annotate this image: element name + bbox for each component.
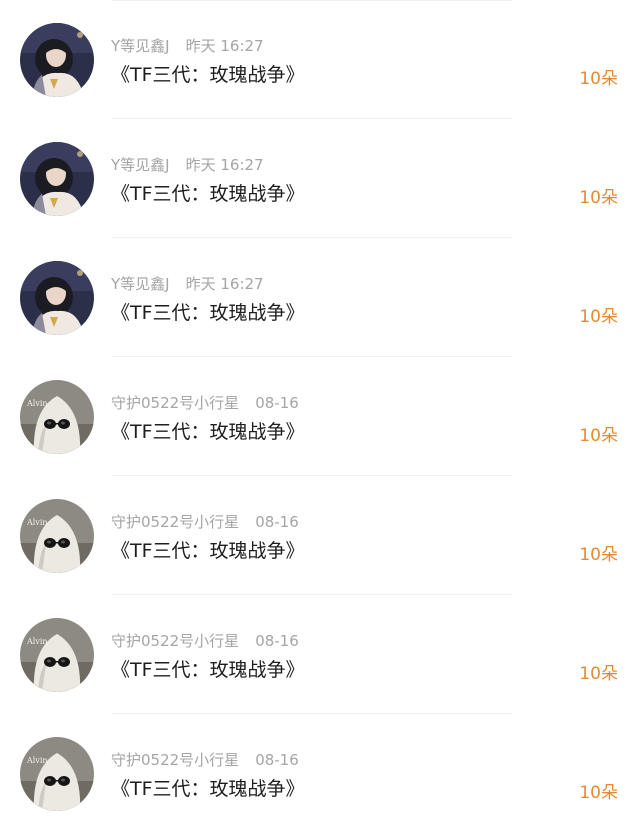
girl-avatar [20, 142, 94, 216]
avatar[interactable]: Alvin [20, 737, 94, 811]
girl-avatar [20, 261, 94, 335]
row-meta: Y等见鑫J 昨天 16:27 [111, 154, 264, 175]
ghost-avatar: Alvin [20, 737, 94, 811]
ghost-avatar: Alvin [20, 499, 94, 573]
gift-count: 10朵 [579, 783, 618, 803]
book-title: 《TF三代：玫瑰战争》 [111, 64, 305, 86]
list-item[interactable]: Y等见鑫J 昨天 16:27 《TF三代：玫瑰战争》 10朵 [0, 0, 640, 119]
ghost-avatar: Alvin [20, 380, 94, 454]
timestamp: 08-16 [255, 751, 299, 769]
avatar-caption: Alvin [26, 399, 48, 408]
gift-count: 10朵 [579, 664, 618, 684]
username[interactable]: 守护0522号小行星 [111, 632, 239, 650]
gift-count: 10朵 [579, 69, 618, 89]
list-item[interactable]: Alvin 守护0522号小行星 08-16 《TF三代：玫瑰战争》 10朵 [0, 476, 640, 595]
row-meta: Y等见鑫J 昨天 16:27 [111, 35, 264, 56]
row-meta: 守护0522号小行星 08-16 [111, 392, 299, 413]
username[interactable]: 守护0522号小行星 [111, 394, 239, 412]
timestamp: 昨天 16:27 [185, 37, 264, 55]
avatar-caption: Alvin [26, 518, 48, 527]
row-meta: 守护0522号小行星 08-16 [111, 511, 299, 532]
row-meta: 守护0522号小行星 08-16 [111, 749, 299, 770]
avatar[interactable] [20, 142, 94, 216]
gift-count: 10朵 [579, 307, 618, 327]
list-item[interactable]: Y等见鑫J 昨天 16:27 《TF三代：玫瑰战争》 10朵 [0, 238, 640, 357]
timestamp: 08-16 [255, 632, 299, 650]
avatar[interactable] [20, 261, 94, 335]
avatar[interactable]: Alvin [20, 380, 94, 454]
list-item[interactable]: Alvin 守护0522号小行星 08-16 《TF三代：玫瑰战争》 10朵 [0, 595, 640, 714]
gift-record-list: Y等见鑫J 昨天 16:27 《TF三代：玫瑰战争》 10朵 Y等见鑫J 昨天 16… [0, 0, 640, 838]
gift-count: 10朵 [579, 188, 618, 208]
girl-avatar [20, 23, 94, 97]
row-meta: Y等见鑫J 昨天 16:27 [111, 273, 264, 294]
book-title: 《TF三代：玫瑰战争》 [111, 659, 305, 681]
row-meta: 守护0522号小行星 08-16 [111, 630, 299, 651]
username[interactable]: Y等见鑫J [111, 156, 170, 174]
gift-count: 10朵 [579, 426, 618, 446]
avatar-caption: Alvin [26, 637, 48, 646]
book-title: 《TF三代：玫瑰战争》 [111, 540, 305, 562]
timestamp: 08-16 [255, 513, 299, 531]
username[interactable]: Y等见鑫J [111, 275, 170, 293]
timestamp: 昨天 16:27 [185, 275, 264, 293]
book-title: 《TF三代：玫瑰战争》 [111, 778, 305, 800]
avatar-caption: Alvin [26, 756, 48, 765]
ghost-avatar: Alvin [20, 618, 94, 692]
list-item[interactable]: Y等见鑫J 昨天 16:27 《TF三代：玫瑰战争》 10朵 [0, 119, 640, 238]
timestamp: 08-16 [255, 394, 299, 412]
avatar[interactable]: Alvin [20, 499, 94, 573]
list-item[interactable]: Alvin 守护0522号小行星 08-16 《TF三代：玫瑰战争》 10朵 [0, 357, 640, 476]
timestamp: 昨天 16:27 [185, 156, 264, 174]
username[interactable]: 守护0522号小行星 [111, 751, 239, 769]
book-title: 《TF三代：玫瑰战争》 [111, 183, 305, 205]
avatar[interactable]: Alvin [20, 618, 94, 692]
username[interactable]: Y等见鑫J [111, 37, 170, 55]
username[interactable]: 守护0522号小行星 [111, 513, 239, 531]
book-title: 《TF三代：玫瑰战争》 [111, 302, 305, 324]
book-title: 《TF三代：玫瑰战争》 [111, 421, 305, 443]
gift-count: 10朵 [579, 545, 618, 565]
avatar[interactable] [20, 23, 94, 97]
list-item[interactable]: Alvin 守护0522号小行星 08-16 《TF三代：玫瑰战争》 10朵 [0, 714, 640, 833]
